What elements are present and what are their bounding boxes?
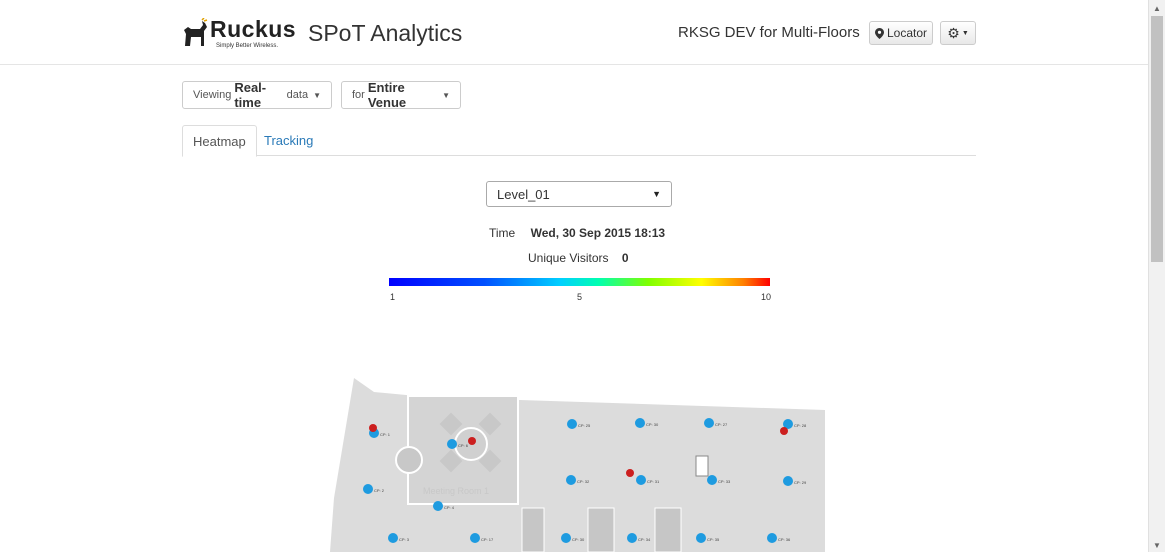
- access-point-marker[interactable]: [635, 418, 645, 428]
- access-point-label: CP: 2: [374, 488, 385, 493]
- brand-name: Ruckus: [210, 15, 297, 42]
- access-point-label: CP: 30: [572, 537, 585, 542]
- partition: [654, 507, 682, 552]
- access-point-marker[interactable]: [561, 533, 571, 543]
- scroll-up-arrow-icon[interactable]: ▲: [1153, 4, 1161, 13]
- visitors-label: Unique Visitors: [528, 251, 609, 265]
- visitors-count: 0: [621, 251, 629, 265]
- venue-prefix: for: [352, 89, 365, 101]
- pillar: [695, 455, 709, 477]
- caret-down-icon: ▼: [442, 90, 450, 100]
- access-point-label: CP: 4: [444, 505, 455, 510]
- visitor-marker[interactable]: [468, 437, 476, 445]
- top-navbar: Ruckus Simply Better Wireless. SPoT Anal…: [0, 0, 1148, 65]
- venue-scope-dropdown[interactable]: for Entire Venue ▼: [341, 80, 461, 110]
- data-mode-dropdown[interactable]: Viewing Real-time data ▼: [182, 80, 332, 110]
- venue-value: Entire Venue: [367, 80, 407, 110]
- access-point-marker[interactable]: [566, 475, 576, 485]
- locator-button[interactable]: Locator: [869, 21, 933, 45]
- access-point-label: CP: 1: [380, 432, 391, 437]
- venue-name: RKSG DEV for Multi-Floors: [678, 24, 860, 41]
- access-point-label: CP: 33: [718, 479, 731, 484]
- heatmap-color-scale: [389, 278, 770, 286]
- access-point-marker[interactable]: [627, 533, 637, 543]
- level-selected-value: Level_01: [497, 186, 550, 202]
- caret-down-icon: ▼: [313, 90, 321, 100]
- access-point-label: CP: 32: [577, 479, 590, 484]
- access-point-label: CP: 30: [646, 422, 659, 427]
- access-point-marker[interactable]: [696, 533, 706, 543]
- round-table: [395, 446, 423, 474]
- scroll-down-arrow-icon[interactable]: ▼: [1153, 541, 1161, 550]
- level-select[interactable]: Level_01 ▼: [486, 181, 672, 207]
- access-point-label: CP: 35: [707, 537, 720, 542]
- access-point-marker[interactable]: [447, 439, 457, 449]
- time-value: Wed, 30 Sep 2015 18:13: [530, 226, 666, 240]
- access-point-marker[interactable]: [783, 476, 793, 486]
- settings-menu-button[interactable]: ⚙ ▼: [940, 21, 976, 45]
- caret-down-icon: ▼: [652, 189, 661, 199]
- partition: [587, 507, 615, 552]
- ruckus-logo[interactable]: Ruckus Simply Better Wireless.: [182, 13, 296, 53]
- logo-text: Ruckus Simply Better Wireless.: [210, 15, 297, 49]
- access-point-label: CP: 29: [794, 480, 807, 485]
- floor-plan-map[interactable]: Meeting Room 1 CP: 1 CP: 6 CP: 25 CP: 30 CP:…: [330, 378, 825, 552]
- time-display: Time Wed, 30 Sep 2015 18:13: [489, 226, 665, 240]
- view-tabs: Heatmap Tracking: [182, 125, 976, 157]
- access-point-marker[interactable]: [470, 533, 480, 543]
- access-point-marker[interactable]: [363, 484, 373, 494]
- visitor-marker[interactable]: [626, 469, 634, 477]
- scale-max-label: 10: [761, 292, 772, 302]
- access-point-label: CP: 28: [794, 423, 807, 428]
- tab-tracking[interactable]: Tracking: [254, 125, 323, 156]
- chevron-down-icon: ▼: [961, 29, 969, 37]
- access-point-marker[interactable]: [636, 475, 646, 485]
- vertical-scrollbar[interactable]: ▲ ▼: [1148, 0, 1165, 552]
- access-point-marker[interactable]: [433, 501, 443, 511]
- access-point-label: CP: 17: [481, 537, 494, 542]
- visitor-marker[interactable]: [369, 424, 377, 432]
- viewing-value: Real-time: [234, 80, 267, 110]
- access-point-label: CP: 36: [778, 537, 791, 542]
- app-title: SPoT Analytics: [308, 20, 463, 46]
- access-point-label: CP: 27: [715, 422, 728, 427]
- visitor-marker[interactable]: [780, 427, 788, 435]
- time-label: Time: [489, 226, 516, 240]
- access-point-label: CP: 3: [399, 537, 410, 542]
- access-point-label: CP: 6: [458, 443, 469, 448]
- access-point-marker[interactable]: [388, 533, 398, 543]
- scale-mid-label: 5: [577, 292, 583, 302]
- partition: [521, 507, 545, 552]
- locator-label: Locator: [886, 26, 928, 40]
- access-point-marker[interactable]: [767, 533, 777, 543]
- viewing-prefix: Viewing: [193, 89, 232, 101]
- map-pin-icon: [874, 27, 884, 39]
- gear-icon: ⚙: [947, 24, 960, 41]
- meeting-room-label: Meeting Room 1: [423, 486, 489, 496]
- unique-visitors-display: Unique Visitors 0: [528, 251, 629, 265]
- access-point-label: CP: 34: [638, 537, 651, 542]
- scale-min-label: 1: [390, 292, 396, 302]
- access-point-marker[interactable]: [704, 418, 714, 428]
- access-point-label: CP: 31: [647, 479, 660, 484]
- access-point-marker[interactable]: [707, 475, 717, 485]
- brand-tagline: Simply Better Wireless.: [216, 42, 279, 49]
- access-point-marker[interactable]: [567, 419, 577, 429]
- ruckus-dog-icon: [184, 18, 208, 46]
- viewing-suffix: data: [286, 89, 309, 101]
- scrollbar-thumb[interactable]: [1151, 16, 1163, 262]
- access-point-label: CP: 25: [578, 423, 591, 428]
- tab-heatmap[interactable]: Heatmap: [182, 125, 257, 157]
